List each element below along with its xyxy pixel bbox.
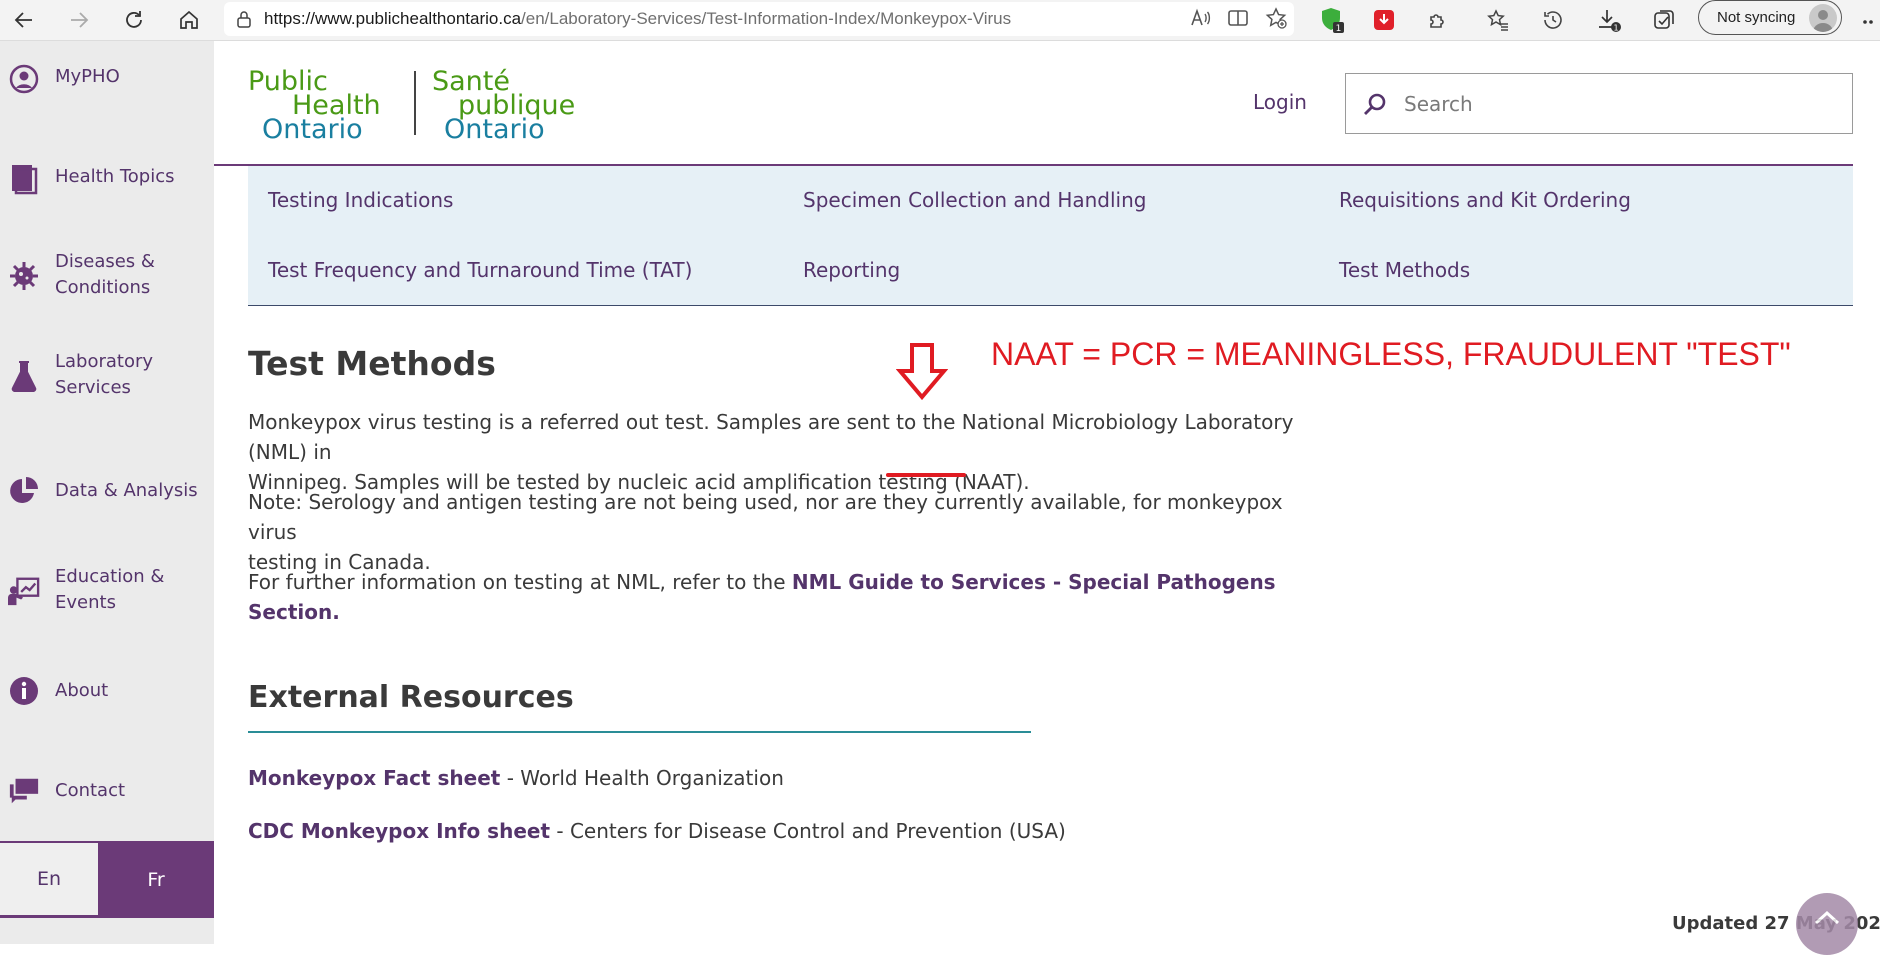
anchor-test-methods[interactable]: Test Methods bbox=[1339, 258, 1470, 282]
section-title-test-methods: Test Methods bbox=[248, 344, 496, 383]
who-factsheet-link[interactable]: Monkeypox Fact sheet bbox=[248, 766, 500, 790]
section-title-external-resources: External Resources bbox=[248, 680, 574, 715]
resource-item: Monkeypox Fact sheet - World Health Orga… bbox=[248, 766, 784, 790]
chat-icon bbox=[8, 775, 40, 807]
resource-source: - Centers for Disease Control and Preven… bbox=[550, 819, 1066, 843]
flask-icon bbox=[8, 360, 40, 392]
sidebar-item-label: Health Topics bbox=[55, 166, 175, 187]
left-sidebar: MyPHO Health Topics Diseases & Condition… bbox=[0, 41, 214, 944]
collections-icon[interactable] bbox=[1648, 4, 1680, 36]
login-link[interactable]: Login bbox=[1253, 90, 1307, 114]
url-host: https://www.publichealthontario.ca bbox=[264, 9, 522, 28]
sidebar-item-label: Laboratory Services bbox=[55, 351, 154, 398]
sidebar-item-label: MyPHO bbox=[55, 66, 120, 87]
presentation-icon bbox=[8, 575, 40, 607]
forward-icon[interactable] bbox=[63, 4, 95, 36]
red-underline-annotation bbox=[886, 473, 966, 477]
pho-logo[interactable]: Public Health Ontario Santé publique Ont… bbox=[248, 66, 584, 145]
anchor-reporting[interactable]: Reporting bbox=[803, 258, 900, 282]
lang-fr-button[interactable]: Fr bbox=[98, 841, 214, 918]
profile-avatar-icon bbox=[1809, 4, 1837, 32]
anchor-specimen-collection[interactable]: Specimen Collection and Handling bbox=[803, 188, 1147, 212]
url-path: /en/Laboratory-Services/Test-Information… bbox=[521, 9, 1012, 28]
paragraph-line: Monkeypox virus testing is a referred ou… bbox=[248, 410, 1294, 464]
search-input[interactable]: Search bbox=[1345, 73, 1853, 134]
paragraph-referred-test: Monkeypox virus testing is a referred ou… bbox=[248, 407, 1318, 497]
downloads-icon[interactable]: 1 bbox=[1593, 4, 1625, 36]
anchor-requisitions[interactable]: Requisitions and Kit Ordering bbox=[1339, 188, 1631, 212]
shield-badge: 1 bbox=[1336, 24, 1342, 34]
down-arrow-icon bbox=[896, 343, 948, 400]
chevron-up-icon bbox=[1813, 909, 1841, 929]
lock-icon[interactable] bbox=[224, 10, 264, 28]
favorites-icon[interactable] bbox=[1482, 4, 1514, 36]
user-circle-icon bbox=[8, 63, 40, 95]
sidebar-item-label: About bbox=[55, 680, 109, 701]
sidebar-item-label: Diseases & Conditions bbox=[55, 251, 155, 298]
book-icon bbox=[8, 163, 40, 195]
shield-extension-icon[interactable]: 1 bbox=[1316, 4, 1348, 36]
back-to-top-button[interactable] bbox=[1796, 893, 1858, 955]
pie-chart-icon bbox=[8, 475, 40, 507]
browser-toolbar: https://www.publichealthontario.ca/en/La… bbox=[0, 0, 1880, 41]
resource-item: CDC Monkeypox Info sheet - Centers for D… bbox=[248, 819, 1066, 843]
more-menu-icon[interactable] bbox=[1856, 4, 1880, 36]
paragraph-nml-info: For further information on testing at NM… bbox=[248, 567, 1318, 627]
immersive-reader-icon[interactable] bbox=[1226, 6, 1250, 34]
refresh-icon[interactable] bbox=[118, 4, 150, 36]
sync-label: Not syncing bbox=[1717, 9, 1796, 26]
paragraph-text: For further information on testing at NM… bbox=[248, 570, 792, 594]
sidebar-item-label: Contact bbox=[55, 780, 126, 801]
anchor-test-frequency[interactable]: Test Frequency and Turnaround Time (TAT) bbox=[268, 258, 692, 282]
logo-en-line-3: Ontario bbox=[262, 114, 363, 140]
logo-fr-line-3: Ontario bbox=[444, 114, 545, 140]
red-annotation-text: NAAT = PCR = MEANINGLESS, FRAUDULENT "TE… bbox=[991, 336, 1791, 372]
profile-sync-button[interactable]: Not syncing bbox=[1698, 0, 1842, 35]
cdc-infosheet-link[interactable]: CDC Monkeypox Info sheet bbox=[248, 819, 550, 843]
paragraph-serology-note: Note: Serology and antigen testing are n… bbox=[248, 487, 1318, 577]
search-icon[interactable] bbox=[1346, 91, 1404, 117]
address-bar[interactable]: https://www.publichealthontario.ca/en/La… bbox=[224, 2, 1294, 36]
extensions-puzzle-icon[interactable] bbox=[1422, 4, 1454, 36]
resource-source: - World Health Organization bbox=[500, 766, 784, 790]
lang-en-button[interactable]: En bbox=[0, 843, 98, 915]
back-icon[interactable] bbox=[8, 4, 40, 36]
anchor-testing-indications[interactable]: Testing Indications bbox=[268, 188, 453, 212]
url-text: https://www.publichealthontario.ca/en/La… bbox=[264, 9, 1011, 29]
sidebar-item-label: Data & Analysis bbox=[55, 480, 198, 501]
history-icon[interactable] bbox=[1537, 4, 1569, 36]
read-aloud-icon[interactable] bbox=[1188, 6, 1212, 34]
page-anchor-nav: Testing Indications Specimen Collection … bbox=[248, 166, 1853, 306]
download-extension-icon[interactable] bbox=[1368, 4, 1400, 36]
resources-divider bbox=[248, 731, 1031, 733]
search-placeholder: Search bbox=[1404, 91, 1473, 116]
paragraph-line: Note: Serology and antigen testing are n… bbox=[248, 490, 1283, 544]
language-switcher: En Fr bbox=[0, 841, 214, 918]
info-icon bbox=[8, 675, 40, 707]
favorite-add-icon[interactable] bbox=[1264, 6, 1288, 34]
sidebar-item-label: Education & Events bbox=[55, 566, 165, 613]
home-icon[interactable] bbox=[173, 4, 205, 36]
downloads-badge: 1 bbox=[1613, 24, 1618, 33]
virus-icon bbox=[8, 260, 40, 292]
